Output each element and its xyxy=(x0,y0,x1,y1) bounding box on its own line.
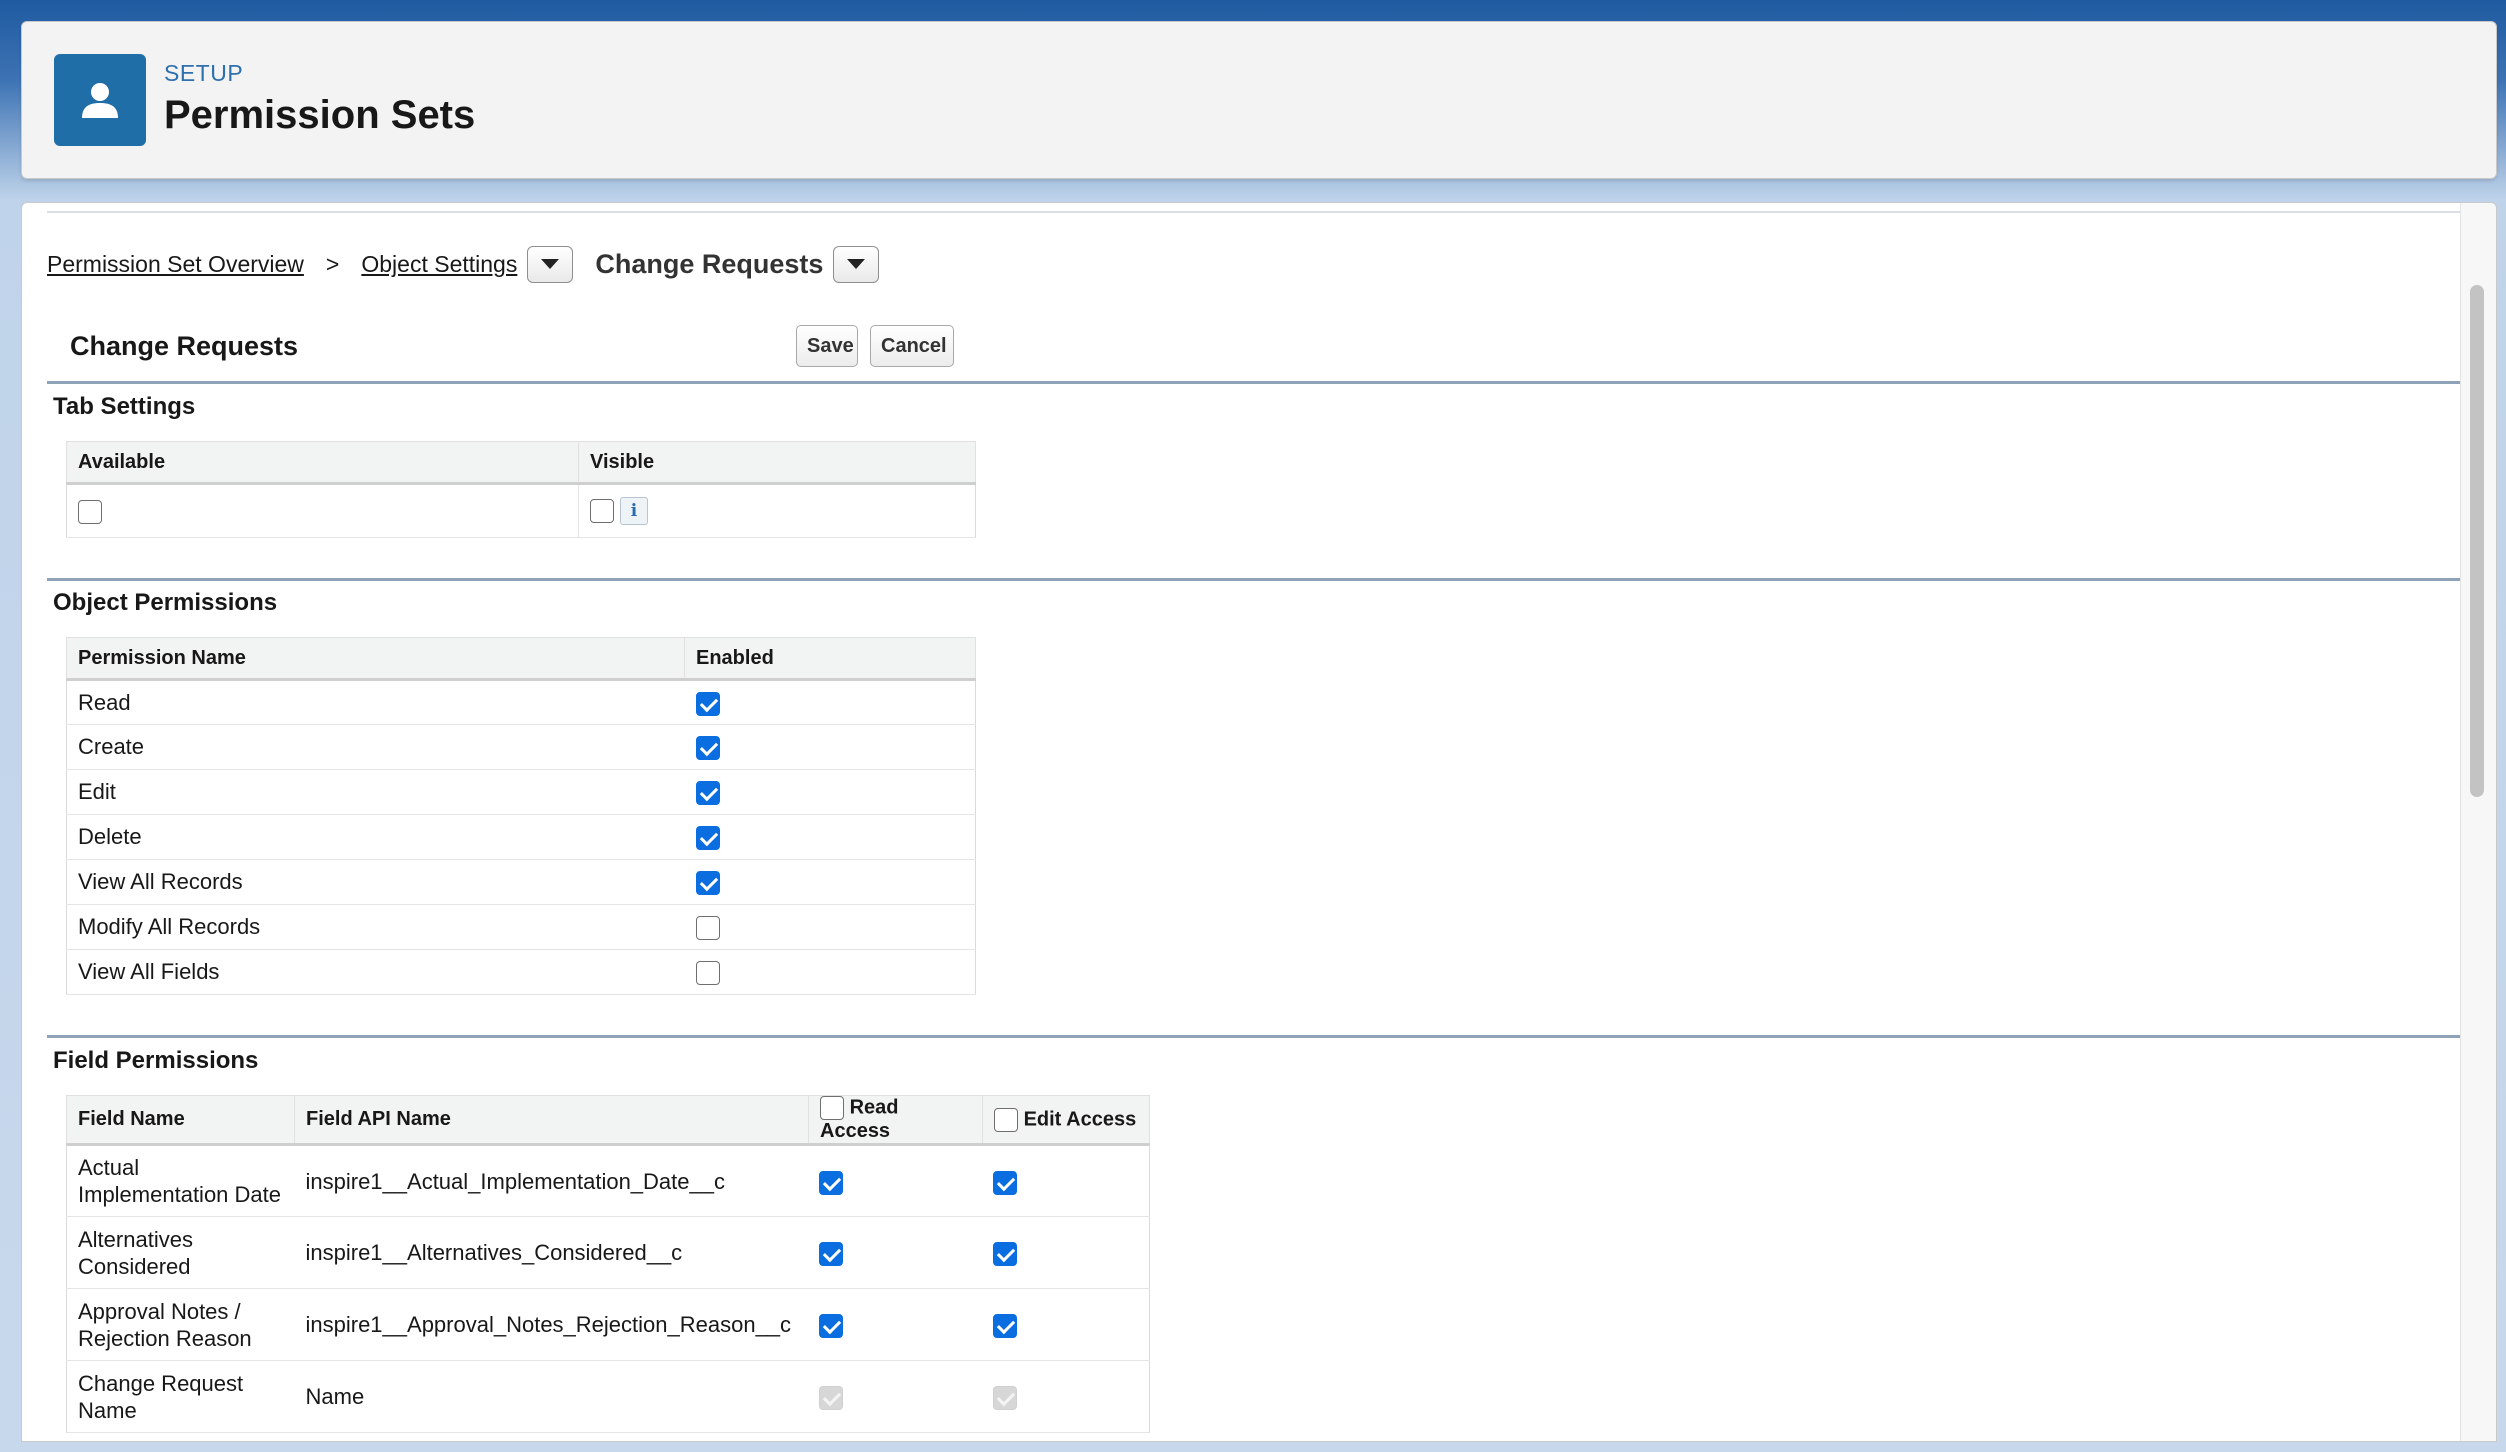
table-row: Read xyxy=(66,679,976,725)
field-name-line: Change Request xyxy=(78,1370,244,1396)
field-permissions-title: Field Permissions xyxy=(53,1047,259,1074)
field-api-name: inspire1__Approval_Notes_Rejection_Reaso… xyxy=(294,1288,809,1361)
field-name: Actual Implementation Date xyxy=(66,1144,295,1217)
breadcrumb-object-settings-link[interactable]: Object Settings xyxy=(361,251,517,278)
column-header-field-name: Field Name xyxy=(66,1095,295,1146)
permission-name: Modify All Records xyxy=(66,904,685,950)
object-title: Change Requests xyxy=(70,331,299,361)
field-permissions-table: Field Name Field API Name Read Access Ed… xyxy=(66,1095,1150,1433)
enabled-checkbox[interactable] xyxy=(695,826,720,851)
enabled-checkbox[interactable] xyxy=(695,916,720,941)
read-access-select-all-checkbox[interactable] xyxy=(820,1096,844,1120)
edit-access-checkbox xyxy=(992,1386,1017,1411)
field-api-name: inspire1__Alternatives_Considered__c xyxy=(294,1216,809,1289)
table-row: Change Request Name Name xyxy=(66,1360,1150,1433)
table-row: Delete xyxy=(66,814,976,860)
change-requests-dropdown-button[interactable] xyxy=(833,245,880,283)
permission-name: View All Fields xyxy=(66,949,685,995)
field-name-line: Rejection Reason xyxy=(78,1325,252,1351)
field-api-name: inspire1__Actual_Implementation_Date__c xyxy=(294,1144,809,1217)
table-row: Alternatives Considered inspire1__Alternat… xyxy=(66,1216,1150,1289)
cancel-button[interactable]: Cancel xyxy=(870,325,954,367)
enabled-checkbox[interactable] xyxy=(695,781,720,806)
table-row: View All Fields xyxy=(66,949,976,995)
section-divider xyxy=(47,381,2465,384)
field-name: Change Request Name xyxy=(66,1360,295,1433)
object-permissions-title: Object Permissions xyxy=(53,589,278,616)
table-row: Edit xyxy=(66,769,976,815)
edit-access-select-all-checkbox[interactable] xyxy=(994,1107,1018,1132)
section-divider xyxy=(47,1035,2465,1038)
edit-access-checkbox[interactable] xyxy=(992,1242,1017,1267)
field-api-name: Name xyxy=(294,1360,809,1433)
user-icon xyxy=(54,54,146,146)
field-name-line: Considered xyxy=(78,1253,191,1279)
visible-checkbox[interactable] xyxy=(590,499,614,524)
breadcrumb: Permission Set Overview > Object Setting… xyxy=(47,245,880,283)
breadcrumb-current: Change Requests xyxy=(595,248,824,279)
enabled-checkbox[interactable] xyxy=(695,736,720,761)
enabled-checkbox[interactable] xyxy=(695,691,720,716)
breadcrumb-separator: > xyxy=(325,250,340,277)
permission-name: Create xyxy=(66,724,685,770)
permission-name: Read xyxy=(66,679,685,725)
tab-settings-table: Available Visible i xyxy=(66,441,976,538)
edit-access-checkbox[interactable] xyxy=(992,1170,1017,1195)
table-row: Approval Notes / Rejection Reason inspire1… xyxy=(66,1288,1150,1361)
chevron-down-icon xyxy=(847,259,866,269)
column-header-permission-name: Permission Name xyxy=(66,637,685,681)
read-access-checkbox[interactable] xyxy=(818,1314,843,1339)
tab-settings-title: Tab Settings xyxy=(53,393,196,420)
field-name-line: Implementation Date xyxy=(78,1182,281,1207)
read-access-checkbox xyxy=(818,1386,843,1411)
field-name: Alternatives Considered xyxy=(66,1216,295,1289)
scrollbar-thumb[interactable] xyxy=(2470,285,2484,797)
field-name-line: Name xyxy=(78,1397,137,1423)
enabled-checkbox[interactable] xyxy=(695,871,720,896)
available-checkbox[interactable] xyxy=(78,500,102,525)
object-permissions-table: Permission Name Enabled Read Create Edit De… xyxy=(66,637,976,995)
table-row: Actual Implementation Date inspire1__Actua… xyxy=(66,1144,1150,1217)
column-header-visible: Visible xyxy=(578,441,976,485)
read-access-checkbox[interactable] xyxy=(818,1242,843,1267)
top-divider xyxy=(47,211,2465,213)
chevron-down-icon xyxy=(541,259,560,269)
section-divider xyxy=(47,578,2465,581)
info-icon[interactable]: i xyxy=(620,497,648,526)
column-header-available: Available xyxy=(66,441,579,485)
table-row: Create xyxy=(66,724,976,770)
column-header-edit-access: Edit Access xyxy=(1023,1107,1137,1130)
main-content: Permission Set Overview > Object Setting… xyxy=(21,202,2497,1442)
read-access-checkbox[interactable] xyxy=(818,1170,843,1195)
field-name: Approval Notes / Rejection Reason xyxy=(66,1288,295,1361)
field-name-line: Actual xyxy=(78,1155,140,1180)
object-settings-dropdown-button[interactable] xyxy=(527,245,574,283)
page-header: SETUP Permission Sets xyxy=(21,21,2497,179)
edit-access-checkbox[interactable] xyxy=(992,1314,1017,1339)
table-row: View All Records xyxy=(66,859,976,905)
permission-name: View All Records xyxy=(66,859,685,905)
header-eyebrow: SETUP xyxy=(164,60,244,86)
page-title: Permission Sets xyxy=(164,93,476,137)
save-button[interactable]: Save xyxy=(796,325,858,367)
column-header-field-api-name: Field API Name xyxy=(294,1095,809,1146)
permission-name: Delete xyxy=(66,814,685,860)
table-row: Modify All Records xyxy=(66,904,976,950)
permission-name: Edit xyxy=(66,769,685,815)
field-name-line: Approval Notes / xyxy=(78,1298,241,1324)
column-header-enabled: Enabled xyxy=(684,637,976,681)
breadcrumb-overview-link[interactable]: Permission Set Overview xyxy=(47,251,304,278)
enabled-checkbox[interactable] xyxy=(695,961,720,986)
field-name-line: Alternatives xyxy=(78,1226,193,1252)
